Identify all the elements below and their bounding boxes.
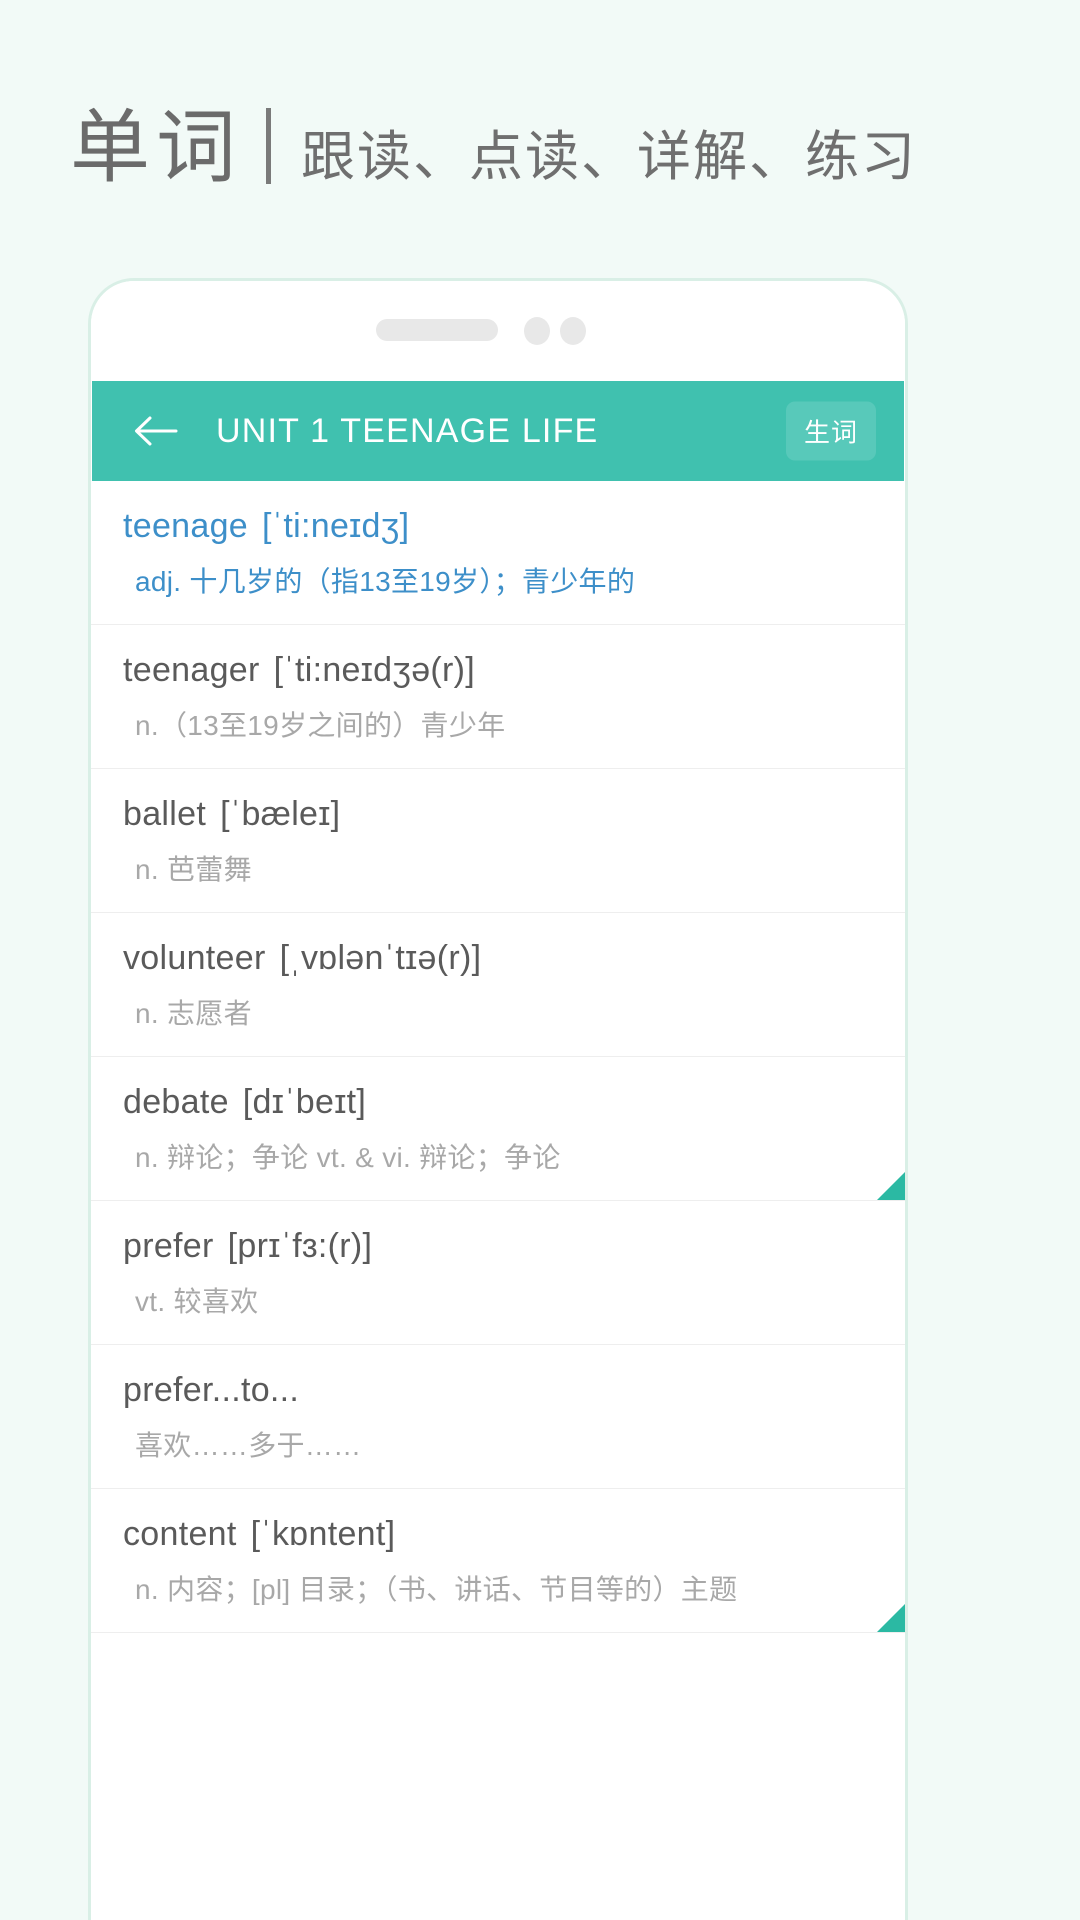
word-text: prefer (123, 1227, 214, 1265)
word-list-item[interactable]: teenager [ˈti:neɪdʒə(r)] n.（13至19岁之间的）青少年 (91, 625, 905, 769)
word-list-item[interactable]: ballet [ˈbæleɪ] n. 芭蕾舞 (91, 769, 905, 913)
word-list-item[interactable]: debate [dɪˈbeɪt] n. 辩论；争论 vt. & vi. 辩论；争论 (91, 1057, 905, 1201)
word-definition: n. 芭蕾舞 (135, 854, 252, 885)
speaker-grille-icon (376, 319, 498, 341)
word-headword: ballet [ˈbæleɪ] (123, 795, 871, 834)
word-phonetic: [ˈti:neɪdʒə(r)] (273, 651, 476, 689)
page-subtitle: 跟读、点读、详解、练习 (301, 127, 917, 187)
word-headword: teenage [ˈti:neɪdʒ] (123, 507, 871, 546)
page-title: 单词 (70, 103, 242, 192)
word-phonetic: [ˌvɒlənˈtɪə(r)] (279, 939, 482, 977)
word-definition: n. 志愿者 (135, 998, 252, 1029)
word-phonetic: [dɪˈbeɪt] (242, 1083, 367, 1121)
word-text: prefer...to... (123, 1371, 300, 1409)
title-divider (266, 108, 271, 184)
phone-notch (91, 281, 905, 381)
word-list-item[interactable]: prefer...to... 喜欢……多于…… (91, 1345, 905, 1489)
corner-marker-icon (877, 1604, 905, 1632)
word-definition: vt. 较喜欢 (135, 1286, 259, 1317)
phone-mockup: UNIT 1 TEENAGE LIFE 生词 teenage [ˈti:neɪdʒ… (88, 278, 908, 1920)
word-definition: n. 内容；[pl] 目录；（书、讲话、节目等的）主题 (135, 1574, 738, 1605)
word-headword: debate [dɪˈbeɪt] (123, 1083, 871, 1122)
word-definition: n. 辩论；争论 vt. & vi. 辩论；争论 (135, 1142, 561, 1173)
hero-heading: 单词 跟读、点读、详解、练习 (70, 108, 917, 188)
app-bar: UNIT 1 TEENAGE LIFE 生词 (92, 381, 904, 481)
word-headword: teenager [ˈti:neɪdʒə(r)] (123, 651, 871, 690)
word-phonetic: [prɪˈfɜ:(r)] (227, 1227, 373, 1265)
word-phonetic: [ˈbæleɪ] (220, 795, 341, 833)
word-definition: n.（13至19岁之间的）青少年 (135, 710, 506, 741)
word-text: teenager (123, 651, 260, 689)
word-list-item[interactable]: content [ˈkɒntent] n. 内容；[pl] 目录；（书、讲话、节目等… (91, 1489, 905, 1633)
word-text: teenage (123, 507, 249, 545)
front-sensor-icon (560, 317, 586, 345)
front-camera-icon (524, 317, 550, 345)
word-headword: prefer...to... (123, 1371, 871, 1410)
corner-marker-icon (877, 1172, 905, 1200)
word-text: debate (123, 1083, 229, 1121)
word-phonetic: [ˈkɒntent] (250, 1515, 396, 1553)
word-headword: content [ˈkɒntent] (123, 1515, 871, 1554)
word-phonetic: [ˈti:neɪdʒ] (262, 507, 410, 545)
word-headword: prefer [prɪˈfɜ:(r)] (123, 1227, 871, 1266)
word-definition: 喜欢……多于…… (135, 1430, 362, 1461)
word-text: ballet (123, 795, 207, 833)
word-list: teenage [ˈti:neɪdʒ] adj. 十几岁的（指13至19岁）；青少年… (91, 481, 905, 1633)
word-text: volunteer (123, 939, 266, 977)
word-list-item[interactable]: volunteer [ˌvɒlənˈtɪə(r)] n. 志愿者 (91, 913, 905, 1057)
word-definition: adj. 十几岁的（指13至19岁）；青少年的 (135, 566, 636, 597)
page-root: 单词 跟读、点读、详解、练习 UNIT 1 TEENAGE LIFE 生词 te… (0, 0, 1080, 1920)
new-words-button[interactable]: 生词 (785, 401, 876, 461)
app-bar-title: UNIT 1 TEENAGE LIFE (216, 411, 599, 450)
word-text: content (123, 1515, 237, 1553)
word-headword: volunteer [ˌvɒlənˈtɪə(r)] (123, 939, 871, 978)
word-list-item[interactable]: teenage [ˈti:neɪdʒ] adj. 十几岁的（指13至19岁）；青少年… (91, 481, 905, 625)
word-list-item[interactable]: prefer [prɪˈfɜ:(r)] vt. 较喜欢 (91, 1201, 905, 1345)
arrow-left-icon[interactable] (128, 404, 182, 458)
